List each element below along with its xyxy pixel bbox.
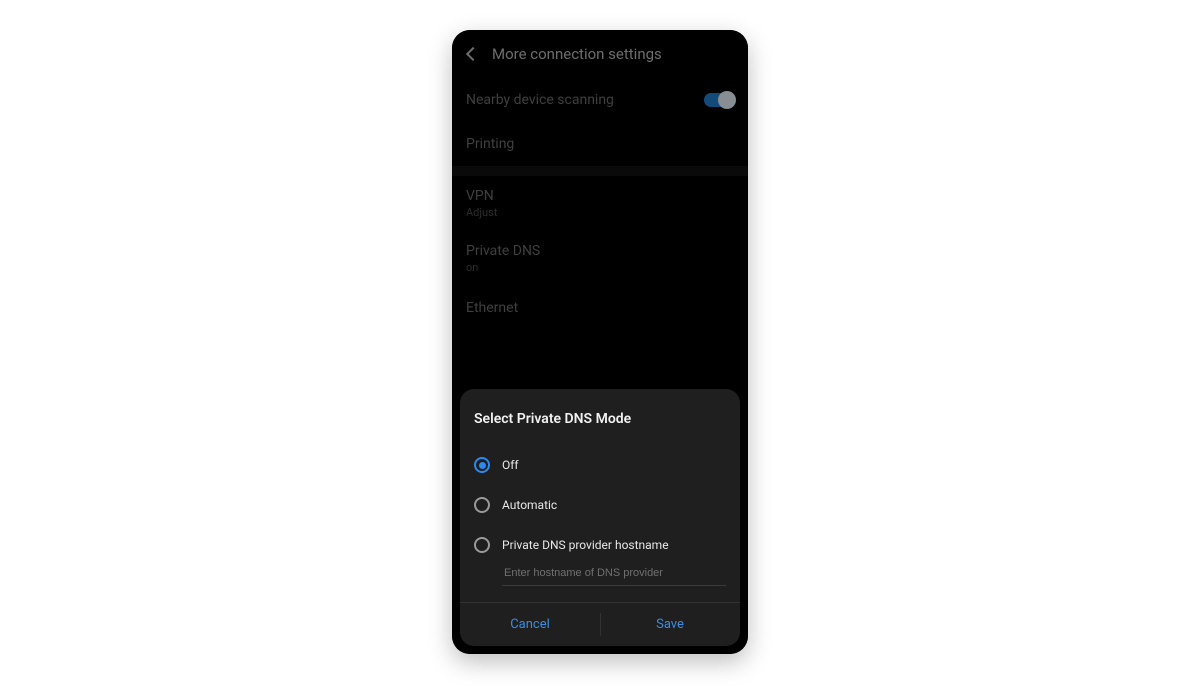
radio-label-hostname: Private DNS provider hostname (502, 538, 669, 552)
hostname-input[interactable] (502, 561, 726, 586)
radio-option-automatic[interactable]: Automatic (474, 485, 726, 525)
vpn-sub: Adjust (466, 206, 734, 219)
save-button[interactable]: Save (600, 603, 740, 646)
header: More connection settings (466, 30, 734, 78)
nearby-scanning-label: Nearby device scanning (466, 92, 614, 108)
dialog-title: Select Private DNS Mode (474, 411, 726, 427)
row-ethernet[interactable]: Ethernet (466, 286, 734, 330)
row-private-dns[interactable]: Private DNS on (466, 231, 734, 286)
radio-option-off[interactable]: Off (474, 445, 726, 485)
toggle-nearby-scanning[interactable] (704, 93, 734, 107)
radio-option-hostname[interactable]: Private DNS provider hostname (474, 525, 726, 557)
phone-frame: More connection settings Nearby device s… (452, 30, 748, 654)
private-dns-sub: on (466, 261, 734, 274)
radio-icon (474, 537, 490, 553)
ethernet-label: Ethernet (466, 300, 518, 316)
row-vpn[interactable]: VPN Adjust (466, 176, 734, 231)
radio-icon (474, 457, 490, 473)
dialog-actions: Cancel Save (460, 602, 740, 646)
radio-icon (474, 497, 490, 513)
cancel-button[interactable]: Cancel (460, 603, 600, 646)
row-nearby-scanning[interactable]: Nearby device scanning (466, 78, 734, 122)
back-icon[interactable] (466, 47, 480, 61)
section-divider (452, 166, 748, 176)
row-printing[interactable]: Printing (466, 122, 734, 166)
printing-label: Printing (466, 136, 514, 152)
radio-label-automatic: Automatic (502, 498, 557, 512)
radio-label-off: Off (502, 458, 519, 472)
private-dns-label: Private DNS (466, 243, 734, 259)
page-title: More connection settings (492, 45, 662, 63)
vpn-label: VPN (466, 188, 734, 204)
private-dns-dialog: Select Private DNS Mode Off Automatic Pr… (460, 389, 740, 646)
